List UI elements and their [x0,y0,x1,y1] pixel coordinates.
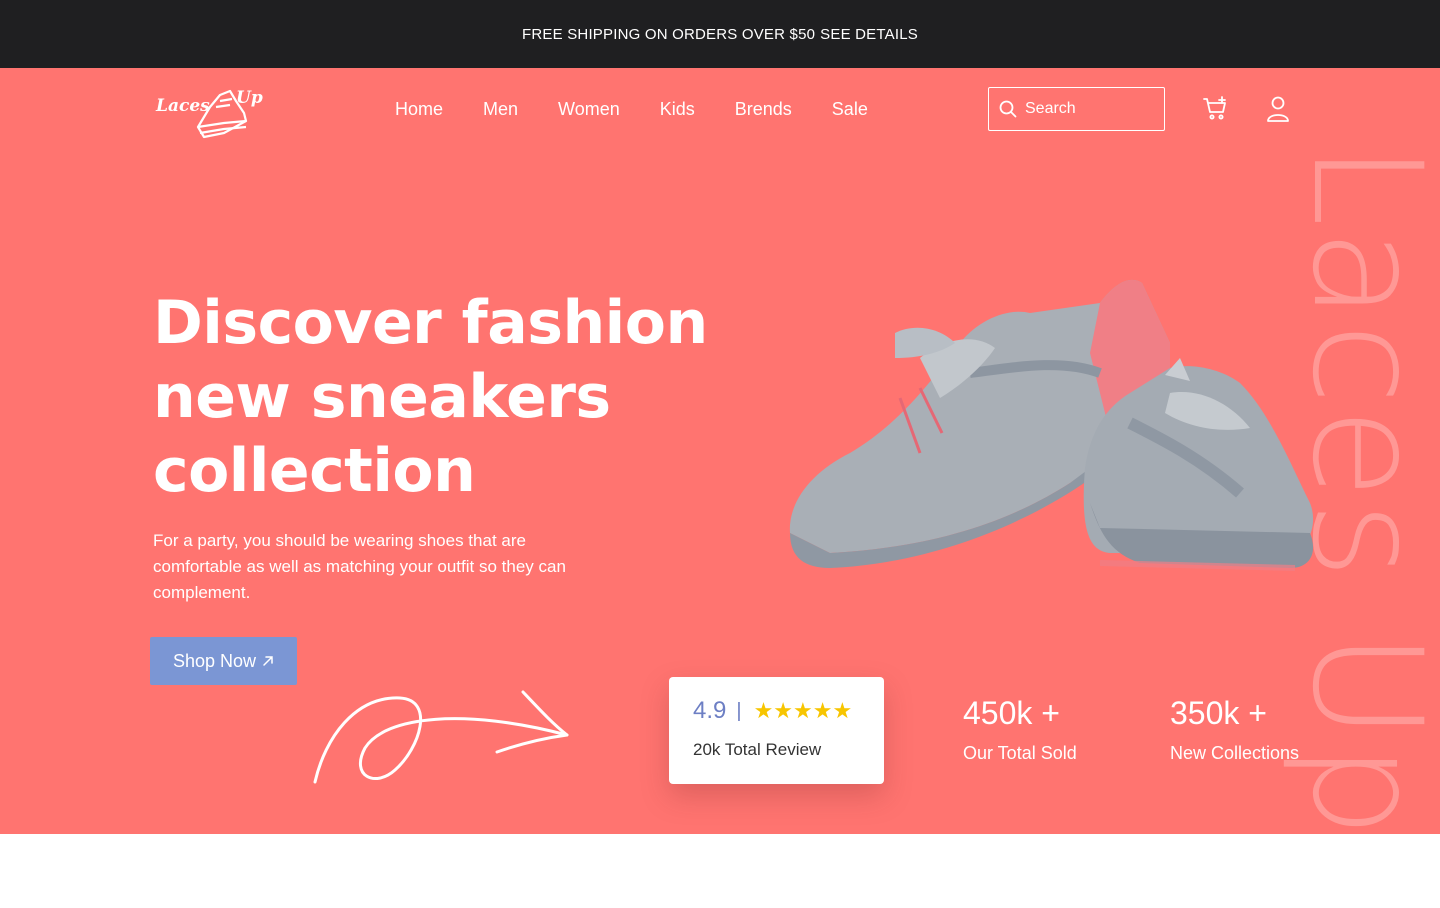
see-details-link[interactable]: SEE DETAILS [820,26,918,43]
stat-new-collections-label: New Collections [1170,743,1300,763]
sneakers-image [789,279,1314,571]
user-icon[interactable] [1266,96,1290,122]
hero-title: Discover fashion new sneakers collection [153,286,773,508]
stat-total-sold-label: Our Total Sold [963,743,1077,763]
nav-home[interactable]: Home [395,98,443,120]
shop-now-label: Shop Now [172,650,257,671]
announcement-text: FREE SHIPPING ON ORDERS OVER $50 [522,25,816,43]
nav-women[interactable]: Women [558,98,620,120]
review-card: 4.9 | ★★★★★ 20k Total Review [669,677,884,784]
arrow-up-right-icon [263,656,273,666]
main-nav: Home Men Women Kids Brends Sale [395,98,908,120]
svg-text:Up: Up [236,88,263,108]
total-review-label: 20k Total Review [693,740,822,759]
hero-description: For a party, you should be wearing shoes… [153,531,566,602]
search-input[interactable] [1025,100,1155,118]
rating-separator: | [736,699,742,722]
nav-sale[interactable]: Sale [832,98,868,120]
laces-up-logo[interactable]: Laces Up [154,81,272,141]
hero-title-line-3: collection [153,436,476,506]
hero-section: Laces Up Home Men Women Kids Brends Sale [0,68,1440,834]
stat-total-sold: 450k + Our Total Sold [963,695,1077,764]
svg-text:Laces: Laces [155,96,210,116]
search-box[interactable] [988,87,1165,131]
nav-kids[interactable]: Kids [660,98,695,120]
stat-new-collections-value: 350k + [1170,695,1267,731]
nav-brends[interactable]: Brends [735,98,792,120]
hand-drawn-arrow [313,690,569,784]
stat-total-sold-value: 450k + [963,695,1060,731]
hero-title-line-1: Discover fashion [153,288,708,358]
hero-title-line-2: new sneakers [153,362,611,432]
stat-new-collections: 350k + New Collections [1170,695,1299,764]
shop-now-button[interactable]: Shop Now [150,637,297,685]
search-icon [999,100,1017,118]
announcement-bar: FREE SHIPPING ON ORDERS OVER $50 SEE DET… [0,0,1440,68]
rating-value: 4.9 [693,697,727,724]
cart-icon[interactable] [1203,96,1229,122]
star-rating-icons: ★★★★★ [753,698,853,723]
rating-row: 4.9 | ★★★★★ [693,697,852,725]
nav-men[interactable]: Men [483,98,518,120]
